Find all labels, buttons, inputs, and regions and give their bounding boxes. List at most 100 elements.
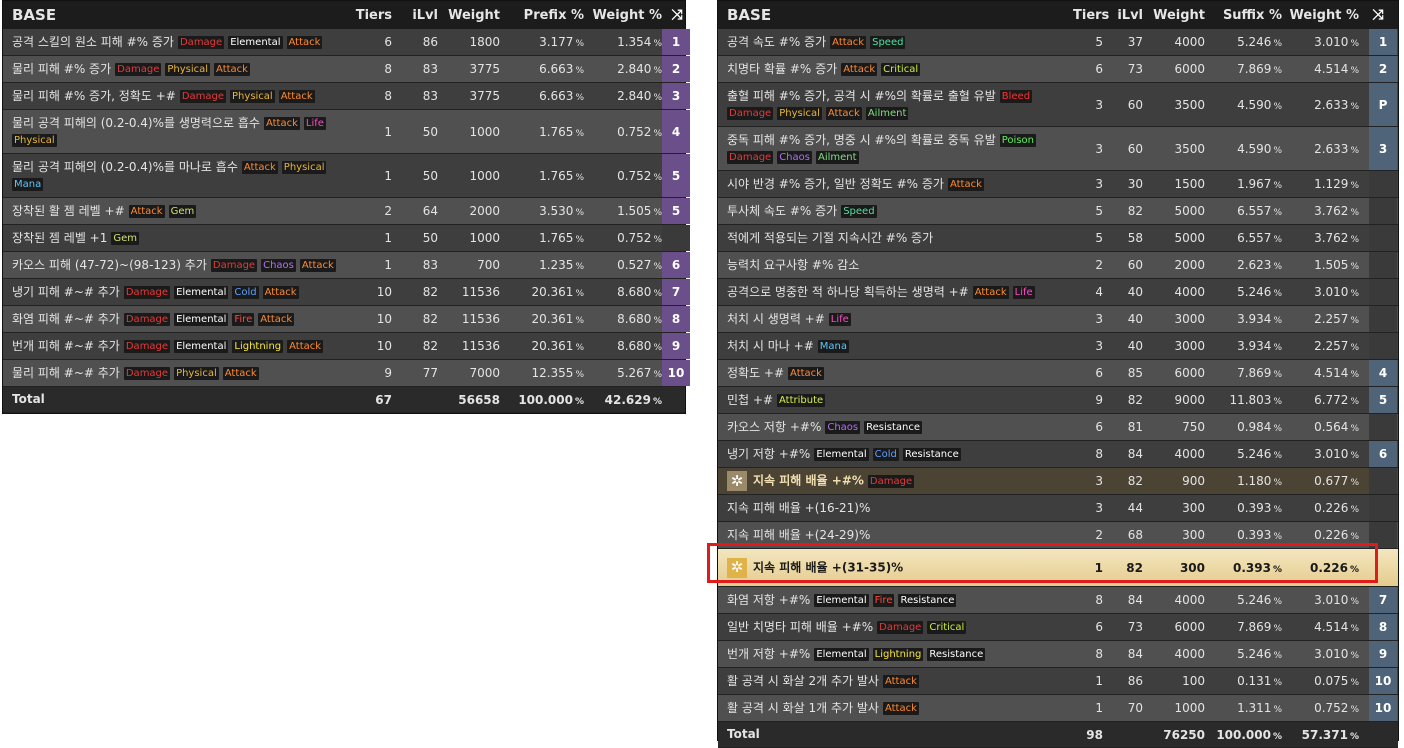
affix-row[interactable]: 일반 치명타 피해 배율 +#% Damage Critical 6 73 6000 7.8… [718,614,1398,641]
group-index-cell[interactable] [1369,414,1397,440]
header-ilvl[interactable]: iLvl [1103,8,1143,23]
value: 4.590 [1237,97,1272,112]
group-index-cell[interactable]: 3 [662,83,690,109]
affix-row[interactable]: 물리 공격 피해의 (0.2-0.4)%를 생명력으로 흡수 Attack Life… [3,110,690,154]
group-index-cell[interactable]: 6 [662,252,690,278]
affix-name: 냉기 저항 +#% [727,446,811,461]
shuffle-icon[interactable]: ⤨ [662,1,690,29]
tag-damage: Damage [867,474,915,488]
group-index-cell[interactable]: 10 [1369,695,1397,721]
affix-row[interactable]: 카오스 피해 (47-72)~(98-123) 추가 Damage Chaos Att… [3,252,690,279]
header-weight[interactable]: Weight [438,8,500,23]
affix-row[interactable]: 냉기 피해 #~# 추가 Damage Elemental Cold Attack 10 8… [3,279,690,306]
group-index-cell[interactable]: P [1369,83,1397,126]
tag-lightning: Lightning [232,339,284,353]
affix-row[interactable]: 지속 피해 배율 +(16-21)% 3 44 300 0.393% 0.226% [718,495,1398,522]
percent-sign: % [1350,39,1359,49]
affix-row[interactable]: 능력치 요구사항 #% 감소 2 60 2000 2.623% 1.505% [718,252,1398,279]
group-index-cell[interactable]: 6 [1369,441,1397,467]
header-affix-pct[interactable]: Prefix % [500,8,584,23]
affix-row[interactable]: 활 공격 시 화살 2개 추가 발사 Attack 1 86 100 0.131% 0.07… [718,668,1398,695]
percent-sign: % [575,208,584,218]
group-index-cell[interactable] [1369,468,1397,494]
group-index-cell[interactable]: 2 [1369,56,1397,82]
cell-ilvl: 70 [1127,701,1143,715]
header-weight[interactable]: Weight [1143,8,1205,23]
affix-row[interactable]: ✲ 지속 피해 배율 +#% Damage 3 82 900 1.180% 0.677% [718,468,1398,495]
group-index-cell[interactable] [1369,279,1397,305]
affix-row[interactable]: 적에게 적용되는 기절 지속시간 #% 증가 5 58 5000 6.557% 3.762… [718,225,1398,252]
group-index-cell[interactable]: 5 [662,198,690,224]
group-index-cell[interactable]: 4 [662,110,690,153]
percent-sign: % [1273,145,1282,156]
group-index-cell[interactable] [1369,198,1397,224]
value: 3.010 [1314,647,1349,661]
affix-row[interactable]: 물리 피해 #% 증가, 정확도 +# Damage Physical Attack 8… [3,83,690,110]
affix-row[interactable]: 화염 피해 #~# 추가 Damage Elemental Fire Attack 10 8… [3,306,690,333]
group-index-cell[interactable]: 1 [1369,29,1397,55]
cell-weight: 11536 [461,285,500,299]
header-tiers[interactable]: Tiers [338,8,392,23]
affix-row[interactable]: 투사체 속도 #% 증가 Speed 5 82 5000 6.557% 3.762% [718,198,1398,225]
group-index-cell[interactable] [1369,495,1397,521]
affix-row[interactable]: 물리 피해 #~# 추가 Damage Physical Attack 9 77 7000 1… [3,360,690,387]
header-tiers[interactable]: Tiers [1073,8,1109,23]
tag-speed: Speed [841,204,877,218]
affix-row[interactable]: 민첩 +# Attribute 9 82 9000 11.803% 6.772% 5 [718,387,1398,414]
tag-attack: Attack [241,160,278,174]
affix-name: 정확도 +# [727,365,785,380]
affix-row[interactable]: 처치 시 생명력 +# Life 3 40 3000 3.934% 2.257% [718,306,1398,333]
group-index-cell[interactable] [1369,225,1397,251]
affix-row[interactable]: 공격으로 명중한 적 하나당 획득하는 생명력 +# Attack Life 4 40 4… [718,279,1398,306]
group-index-cell[interactable]: 8 [662,306,690,332]
group-index-cell[interactable]: 4 [1369,360,1397,386]
affix-row[interactable]: 물리 공격 피해의 (0.2-0.4)%를 마나로 흡수 Attack Physic… [3,154,690,198]
group-index-cell[interactable] [1369,306,1397,332]
affix-row[interactable]: 카오스 저항 +#% Chaos Resistance 6 81 750 0.984% 0.5… [718,414,1398,441]
group-index-cell[interactable]: 7 [1369,587,1397,613]
group-index-cell[interactable] [662,225,690,251]
group-index-cell[interactable] [1369,252,1397,278]
affix-row[interactable]: 출혈 피해 #% 증가, 공격 시 #%의 확률로 출혈 유발 Bleed Dama… [718,83,1398,127]
group-index-cell[interactable]: 9 [662,333,690,359]
affix-name: 능력치 요구사항 #% 감소 [727,257,860,272]
group-index-cell[interactable]: 7 [662,279,690,305]
affix-row[interactable]: 공격 스킬의 원소 피해 #% 증가 Damage Elemental Attack 6… [3,29,690,56]
group-index-cell[interactable]: 2 [662,56,690,82]
affix-row[interactable]: 장착된 활 젬 레벨 +# Attack Gem 2 64 2000 3.530% 1.505… [3,198,690,225]
shuffle-icon[interactable]: ⤨ [1359,1,1387,29]
group-index-cell[interactable]: 3 [1369,127,1397,170]
affix-name: 장착된 활 젬 레벨 +# [12,203,125,218]
group-index-cell[interactable]: 8 [1369,614,1397,640]
tag-attack: Attack [278,89,315,103]
affix-row[interactable]: 처치 시 마나 +# Mana 3 40 3000 3.934% 2.257% [718,333,1398,360]
header-ilvl[interactable]: iLvl [392,8,438,23]
group-index-cell[interactable] [1369,333,1397,359]
affix-row[interactable]: 냉기 저항 +#% Elemental Cold Resistance 8 84 4000 5… [718,441,1398,468]
group-index-cell[interactable]: 1 [662,29,690,55]
header-weight-pct[interactable]: Weight % [1282,8,1359,23]
affix-row[interactable]: 치명타 확률 #% 증가 Attack Critical 6 73 6000 7.869% 4… [718,56,1398,83]
header-affix-pct[interactable]: Suffix % [1205,8,1282,23]
affix-row[interactable]: 화염 저항 +#% Elemental Fire Resistance 8 84 4000 5… [718,587,1398,614]
group-index-cell[interactable] [1369,171,1397,197]
group-index-cell[interactable]: 9 [1369,641,1397,667]
group-index-cell[interactable]: 5 [1369,387,1397,413]
group-index-cell[interactable]: 5 [662,154,690,197]
affix-row[interactable]: 공격 속도 #% 증가 Attack Speed 5 37 4000 5.246% 3.010… [718,29,1398,56]
affix-row[interactable]: 정확도 +# Attack 6 85 6000 7.869% 4.514% 4 [718,360,1398,387]
affix-row[interactable]: 활 공격 시 화살 1개 추가 발사 Attack 1 70 1000 1.311% 0.7… [718,695,1398,722]
affix-row[interactable]: 중독 피해 #% 증가, 명중 시 #%의 확률로 중독 유발 Poison Dam… [718,127,1398,171]
affix-row[interactable]: 물리 피해 #% 증가 Damage Physical Attack 8 83 3775 6.… [3,56,690,83]
affix-row[interactable]: 번개 저항 +#% Elemental Lightning Resistance 8 84… [718,641,1398,668]
group-index-cell[interactable]: 10 [662,360,690,386]
affix-row[interactable]: 시야 반경 #% 증가, 일반 정확도 #% 증가 Attack 3 30 1500 1.… [718,171,1398,198]
header-weight-pct[interactable]: Weight % [584,8,662,23]
value: 7.869 [1237,620,1272,634]
cell-wpct: 2.257% [1282,312,1359,326]
affix-row[interactable]: 번개 피해 #~# 추가 Damage Elemental Lightning Atta… [3,333,690,360]
cell-weight: 6000 [1174,62,1205,76]
affix-row[interactable]: 장착된 젬 레벨 +1 Gem 1 50 1000 1.765% 0.752% [3,225,690,252]
group-index-cell[interactable]: 10 [1369,668,1397,694]
affix-name-cell: 공격으로 명중한 적 하나당 획득하는 생명력 +# Attack Life [718,284,1073,301]
